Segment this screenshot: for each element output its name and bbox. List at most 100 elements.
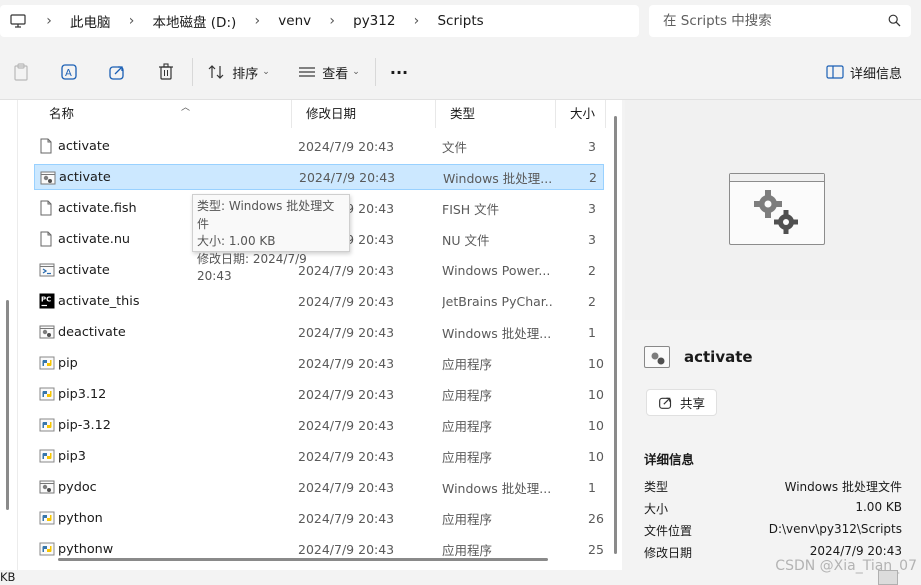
address-bar[interactable]: › 此电脑 › 本地磁盘 (D:) › venv › py312 › Scripts — [0, 5, 639, 37]
file-size: 2 — [588, 262, 596, 278]
file-type: Windows 批处理... — [442, 480, 552, 496]
chevron-right-icon[interactable]: › — [319, 13, 345, 29]
search-input[interactable] — [649, 13, 869, 29]
chevron-right-icon[interactable]: › — [244, 13, 270, 29]
computer-icon[interactable] — [0, 5, 36, 37]
sort-button[interactable]: 排序 ⌄ — [206, 58, 272, 86]
file-row[interactable]: activate 2024/7/9 20:43 Windows 批处理... 2 — [34, 164, 604, 190]
file-date: 2024/7/9 20:43 — [298, 417, 395, 433]
file-name: pip3.12 — [58, 386, 107, 402]
file-type: 应用程序 — [442, 542, 493, 558]
file-name: activate — [58, 262, 110, 278]
batch-file-large-icon — [729, 173, 825, 245]
file-name: activate — [59, 169, 111, 185]
file-row[interactable]: PC activate_this 2024/7/9 20:43 JetBrains P… — [34, 288, 604, 314]
chevron-right-icon[interactable]: › — [403, 13, 429, 29]
more-options-button[interactable]: ··· — [386, 58, 412, 86]
share-button[interactable]: 共享 — [646, 389, 717, 416]
sort-icon — [208, 65, 224, 79]
file-row[interactable]: pip3.12 2024/7/9 20:43 应用程序 106 — [34, 381, 604, 407]
breadcrumb-scripts[interactable]: Scripts — [429, 13, 491, 29]
navigation-pane-edge — [0, 100, 18, 570]
file-date: 2024/7/9 20:43 — [298, 138, 395, 154]
search-icon[interactable] — [888, 14, 901, 30]
tooltip-size: 大小: 1.00 KB — [197, 234, 276, 248]
file-type: NU 文件 — [442, 232, 490, 248]
file-date: 2024/7/9 20:43 — [299, 169, 396, 185]
navigation-scrollbar[interactable] — [6, 300, 9, 510]
column-header-type[interactable]: 类型 — [436, 100, 556, 128]
chevron-right-icon[interactable]: › — [119, 13, 145, 29]
batch-icon — [39, 479, 55, 495]
share-icon — [109, 66, 124, 80]
file-size: 106 — [588, 448, 604, 464]
view-button[interactable]: 查看 ⌄ — [296, 58, 362, 86]
file-row[interactable]: deactivate 2024/7/9 20:43 Windows 批处理... 1 — [34, 319, 604, 345]
details-pane-icon — [826, 65, 844, 79]
file-row[interactable]: pip 2024/7/9 20:43 应用程序 106 — [34, 350, 604, 376]
breadcrumb-drive-d[interactable]: 本地磁盘 (D:) — [145, 11, 245, 31]
file-name: pip3 — [58, 448, 86, 464]
rename-button[interactable]: A — [58, 58, 80, 86]
breadcrumb-py312[interactable]: py312 — [345, 13, 403, 29]
search-box — [649, 5, 911, 37]
column-header-size[interactable]: 大小 — [556, 100, 606, 128]
file-name: activate — [58, 138, 110, 154]
file-type: 应用程序 — [442, 449, 493, 465]
delete-button[interactable] — [155, 58, 177, 86]
file-name: pydoc — [58, 479, 97, 495]
breadcrumb-this-pc[interactable]: 此电脑 — [62, 11, 119, 31]
details-row-size: 大小 1.00 KB — [644, 500, 902, 516]
file-date: 2024/7/9 20:43 — [298, 355, 395, 371]
file-type: 应用程序 — [442, 511, 493, 527]
file-name: pip — [58, 355, 78, 371]
tooltip-type: 类型: Windows 批处理文件 — [197, 199, 335, 231]
file-size: 1 — [588, 324, 596, 340]
preview-area — [625, 100, 921, 320]
status-bar: KB CSDN @Xia_Tian_07 — [0, 558, 921, 585]
vertical-scrollbar[interactable] — [614, 116, 617, 554]
share-label: 共享 — [679, 396, 705, 411]
paste-icon — [14, 63, 28, 81]
file-type: 应用程序 — [442, 418, 493, 434]
file-name: activate.nu — [58, 231, 131, 247]
file-size: 3 — [588, 200, 596, 216]
file-name: activate.fish — [58, 200, 137, 216]
toolbar-divider — [192, 58, 193, 86]
file-date: 2024/7/9 20:43 — [298, 324, 395, 340]
svg-text:A: A — [65, 68, 72, 79]
chevron-down-icon: ⌄ — [262, 67, 270, 77]
powershell-icon — [39, 262, 55, 278]
paste-button[interactable] — [10, 58, 32, 86]
column-header-name[interactable]: 名称 ︿ — [35, 100, 292, 128]
file-row[interactable]: activate 2024/7/9 20:43 文件 3 — [34, 133, 604, 159]
file-type: Windows Power... — [442, 262, 551, 278]
details-header: activate — [644, 346, 753, 368]
file-date: 2024/7/9 20:43 — [298, 293, 395, 309]
file-name: python — [58, 510, 103, 526]
svg-text:PC: PC — [41, 296, 51, 304]
batch-icon — [40, 170, 56, 186]
file-size: 106 — [588, 417, 604, 433]
share-icon — [659, 397, 672, 409]
file-row[interactable]: pip-3.12 2024/7/9 20:43 应用程序 106 — [34, 412, 604, 438]
file-row[interactable]: python 2024/7/9 20:43 应用程序 264 — [34, 505, 604, 531]
share-toolbar-button[interactable] — [106, 58, 128, 86]
file-name: activate_this — [58, 293, 140, 309]
file-row[interactable]: pydoc 2024/7/9 20:43 Windows 批处理... 1 — [34, 474, 604, 500]
chevron-right-icon[interactable]: › — [36, 13, 62, 29]
horizontal-scrollbar[interactable] — [58, 558, 548, 561]
details-pane-button[interactable]: 详细信息 — [824, 58, 904, 86]
column-header-date[interactable]: 修改日期 — [292, 100, 436, 128]
file-name: pythonw — [58, 541, 114, 557]
file-row[interactable]: pip3 2024/7/9 20:43 应用程序 106 — [34, 443, 604, 469]
breadcrumb-venv[interactable]: venv — [270, 13, 319, 29]
file-date: 2024/7/9 20:43 — [298, 448, 395, 464]
batch-icon — [644, 346, 670, 368]
chevron-down-icon: ⌄ — [352, 67, 360, 77]
sort-ascending-icon: ︿ — [181, 103, 191, 113]
details-view-toggle[interactable] — [878, 570, 898, 585]
file-size: 106 — [588, 355, 604, 371]
file-size: 1 — [588, 479, 596, 495]
file-size: 264 — [588, 510, 604, 526]
